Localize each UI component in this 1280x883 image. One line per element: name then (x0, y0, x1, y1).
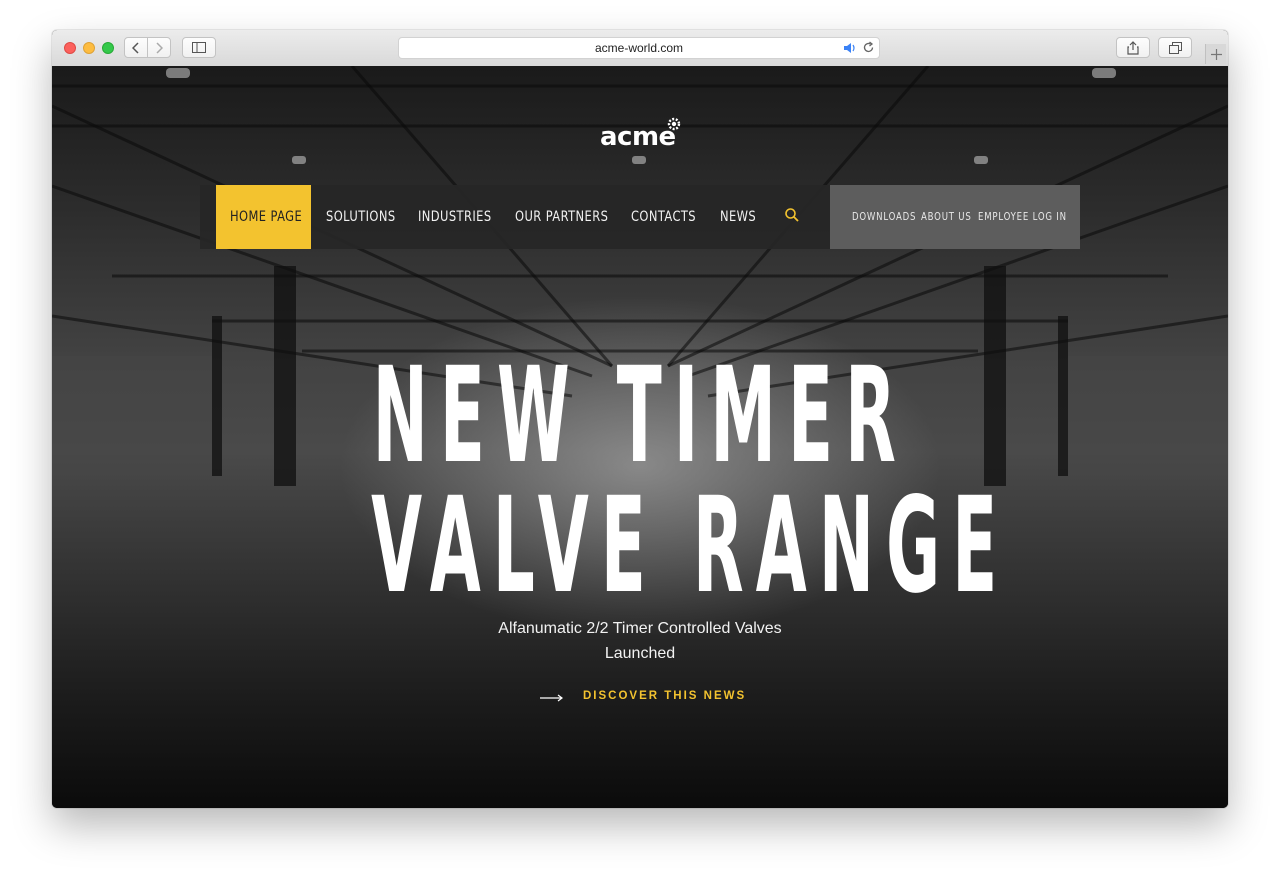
back-arrow-icon (132, 41, 139, 54)
nav-downloads[interactable]: DOWNLOADS (852, 185, 916, 249)
sidebar-button[interactable] (182, 37, 216, 58)
minimize-window-button[interactable] (83, 42, 95, 54)
reload-icon[interactable] (862, 41, 875, 54)
tabs-overview-button[interactable] (1158, 37, 1192, 58)
nav-news[interactable]: NEWS (720, 185, 756, 249)
hero-title-text-1: NEW TIMER (372, 339, 908, 493)
speaker-icon[interactable] (843, 42, 857, 54)
web-page: acme HOME PAGE SOLUTIONS INDUSTRIES OUR … (52, 66, 1228, 808)
hero-title-line-2: VALVE RANGE (52, 480, 1228, 612)
plus-icon (1210, 48, 1222, 60)
share-button[interactable] (1116, 37, 1150, 58)
nav-home-page[interactable]: HOME PAGE (230, 185, 302, 249)
nav-about-us[interactable]: ABOUT US (921, 185, 972, 249)
acme-logo[interactable]: acme (600, 122, 676, 152)
url-text: acme-world.com (594, 41, 684, 55)
browser-toolbar: acme-world.com (52, 30, 1228, 67)
new-tab-button[interactable] (1205, 44, 1226, 64)
share-icon (1127, 40, 1139, 55)
hero-subtitle-line-2: Launched (604, 645, 676, 662)
nav-solutions[interactable]: SOLUTIONS (326, 185, 396, 249)
back-button[interactable] (124, 37, 148, 58)
sidebar-icon (192, 42, 206, 53)
discover-news-label: DISCOVER THIS NEWS (583, 690, 747, 702)
gear-icon (667, 117, 681, 131)
main-navigation: HOME PAGE SOLUTIONS INDUSTRIES OUR PARTN… (200, 185, 1080, 249)
tabs-icon (1168, 41, 1182, 54)
forward-button[interactable] (147, 37, 171, 58)
nav-our-partners[interactable]: OUR PARTNERS (515, 185, 608, 249)
hero-title-line-1: NEW TIMER (52, 350, 1228, 482)
arrow-right-icon (540, 694, 563, 702)
hero-subtitle: Alfanumatic 2/2 Timer Controlled Valves … (440, 616, 840, 666)
nav-industries[interactable]: INDUSTRIES (418, 185, 492, 249)
nav-contacts[interactable]: CONTACTS (631, 185, 696, 249)
discover-news-link[interactable]: DISCOVER THIS NEWS (540, 690, 744, 706)
zoom-window-button[interactable] (102, 42, 114, 54)
secondary-navigation: DOWNLOADS ABOUT US EMPLOYEE LOG IN (830, 185, 1080, 249)
close-window-button[interactable] (64, 42, 76, 54)
address-bar[interactable]: acme-world.com (398, 37, 880, 59)
hero-subtitle-line-1: Alfanumatic 2/2 Timer Controlled Valves (498, 620, 782, 637)
search-icon[interactable] (784, 207, 800, 223)
nav-employee-log-in[interactable]: EMPLOYEE LOG IN (978, 185, 1067, 249)
browser-window: acme-world.com acme HOME PAGE SOLUTIONS … (52, 30, 1228, 808)
hero-title-text-2: VALVE RANGE (371, 469, 1010, 623)
forward-arrow-icon (156, 41, 163, 54)
